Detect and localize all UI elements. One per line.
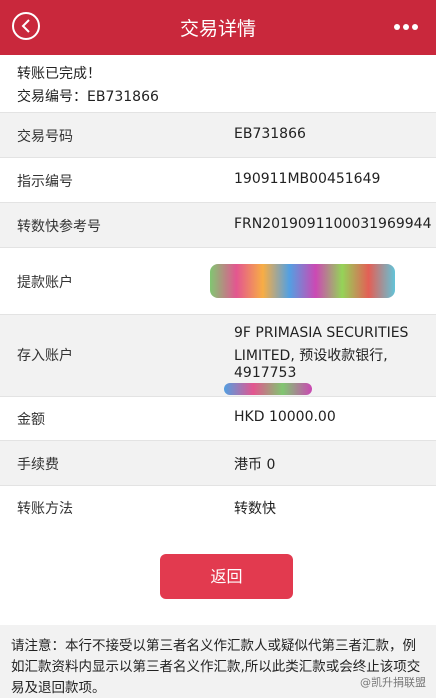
redacted-account	[224, 383, 312, 395]
row-fps-reference: 转数快参考号 FRN2019091100031969944	[0, 202, 436, 247]
row-amount: 金额 HKD 10000.00	[0, 396, 436, 440]
row-value: FRN2019091100031969944	[234, 216, 432, 232]
row-label: 交易号码	[17, 129, 73, 145]
row-value: EB731866	[234, 126, 306, 142]
row-credit-account: 存入账户 9F PRIMASIA SECURITIES LIMITED, 预设收…	[0, 314, 436, 396]
reference-text: 交易编号：EB731866	[17, 89, 159, 105]
row-label: 转账方法	[17, 501, 73, 517]
more-options-icon[interactable]	[394, 24, 418, 30]
redacted-account	[210, 264, 395, 298]
row-label: 金额	[17, 412, 45, 428]
page-title: 交易详情	[179, 18, 256, 40]
row-value-line1: 9F PRIMASIA SECURITIES	[234, 325, 409, 341]
row-value-line2: LIMITED, 预设收款银行,	[234, 348, 388, 364]
status-text: 转账已完成！	[17, 66, 101, 82]
row-label: 指示编号	[17, 174, 73, 190]
row-transfer-method: 转账方法 转数快	[0, 485, 436, 528]
transfer-status: 转账已完成！ 交易编号：EB731866	[0, 55, 436, 112]
watermark: @凯升捐联盟	[360, 676, 426, 689]
row-value-line3: 4917753	[234, 365, 297, 381]
row-value: 190911MB00451649	[234, 171, 381, 187]
return-button[interactable]: 返回	[160, 554, 293, 599]
row-instruction-number: 指示编号 190911MB00451649	[0, 157, 436, 202]
row-value: 转数快	[234, 501, 276, 517]
row-label: 转数快参考号	[17, 219, 101, 235]
row-label: 存入账户	[17, 348, 73, 364]
row-value: 港币 0	[234, 457, 276, 473]
row-fee: 手续费 港币 0	[0, 440, 436, 485]
disclaimer-note: 请注意：本行不接受以第三者名义作汇款人或疑似代第三者汇款，例如汇款资料内显示以第…	[0, 625, 436, 698]
row-label: 手续费	[17, 457, 59, 473]
action-area: 返回	[0, 528, 436, 625]
row-value: HKD 10000.00	[234, 409, 336, 425]
row-label: 提款账户	[17, 275, 73, 291]
row-debit-account: 提款账户	[0, 247, 436, 314]
row-transaction-number: 交易号码 EB731866	[0, 112, 436, 157]
app-header: 交易详情	[0, 0, 436, 55]
transaction-details: 交易号码 EB731866 指示编号 190911MB00451649 转数快参…	[0, 112, 436, 528]
